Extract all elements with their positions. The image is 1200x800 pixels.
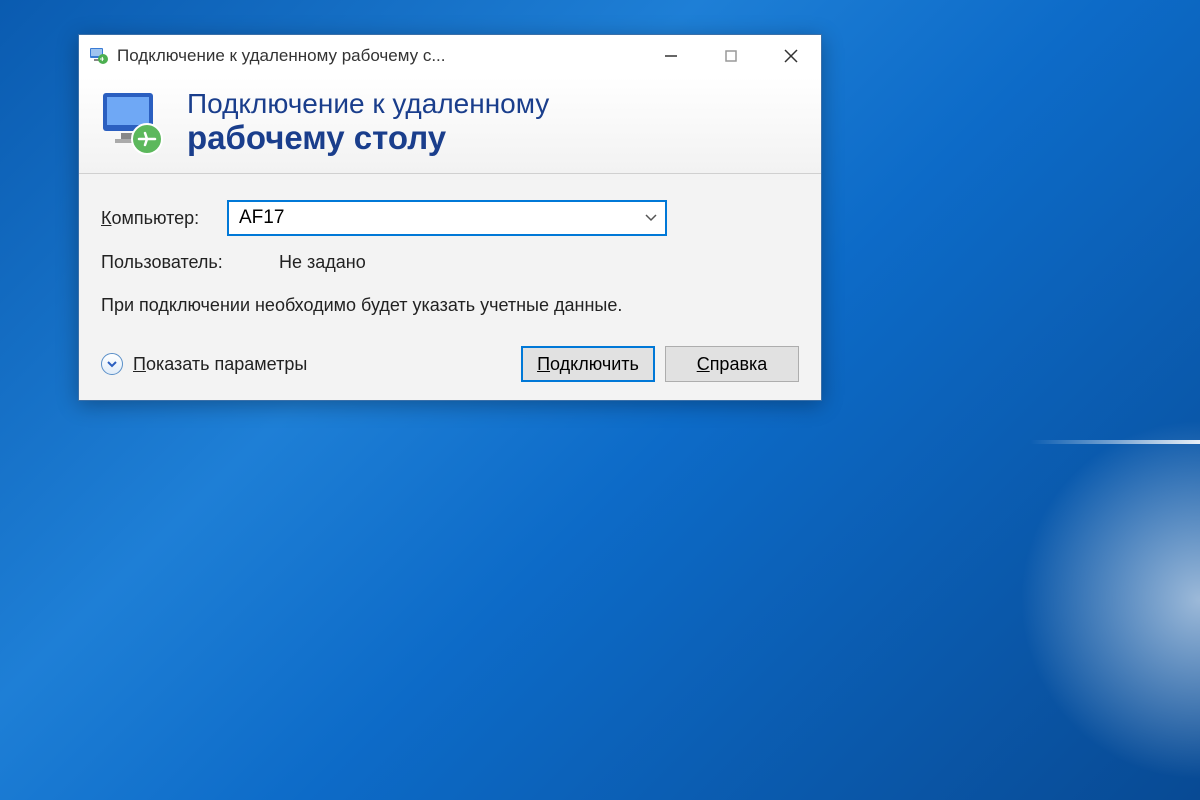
help-button[interactable]: Справка [665, 346, 799, 382]
close-button[interactable] [761, 35, 821, 77]
desktop-light-line [1030, 440, 1200, 444]
show-parameters-label: Показать параметры [133, 354, 307, 375]
rdp-app-icon [89, 46, 109, 66]
desktop-light-beam [800, 400, 1200, 800]
computer-row: Компьютер: [101, 200, 799, 236]
dialog-body: Компьютер: Пользователь: Не задано При п… [79, 174, 821, 400]
footer-row: Показать параметры Подключить Справка [101, 346, 799, 382]
banner-text: Подключение к удаленному рабочему столу [187, 89, 549, 156]
chevron-down-circle-icon [101, 353, 123, 375]
user-row: Пользователь: Не задано [101, 252, 799, 273]
minimize-button[interactable] [641, 35, 701, 77]
dialog-banner: Подключение к удаленному рабочему столу [79, 77, 821, 174]
computer-input[interactable] [229, 202, 665, 234]
connect-button[interactable]: Подключить [521, 346, 655, 382]
user-label: Пользователь: [101, 252, 279, 273]
window-title: Подключение к удаленному рабочему с... [117, 46, 641, 66]
credentials-info: При подключении необходимо будет указать… [101, 293, 799, 318]
window-controls [641, 35, 821, 77]
banner-line2: рабочему столу [187, 120, 549, 156]
computer-label: Компьютер: [101, 208, 227, 229]
rdp-banner-icon [97, 87, 169, 159]
titlebar[interactable]: Подключение к удаленному рабочему с... [79, 35, 821, 77]
computer-combobox[interactable] [227, 200, 667, 236]
banner-line1: Подключение к удаленному [187, 89, 549, 120]
maximize-button[interactable] [701, 35, 761, 77]
user-value: Не задано [279, 252, 366, 273]
rdp-dialog: Подключение к удаленному рабочему с... [78, 34, 822, 401]
show-parameters-toggle[interactable]: Показать параметры [101, 353, 511, 375]
